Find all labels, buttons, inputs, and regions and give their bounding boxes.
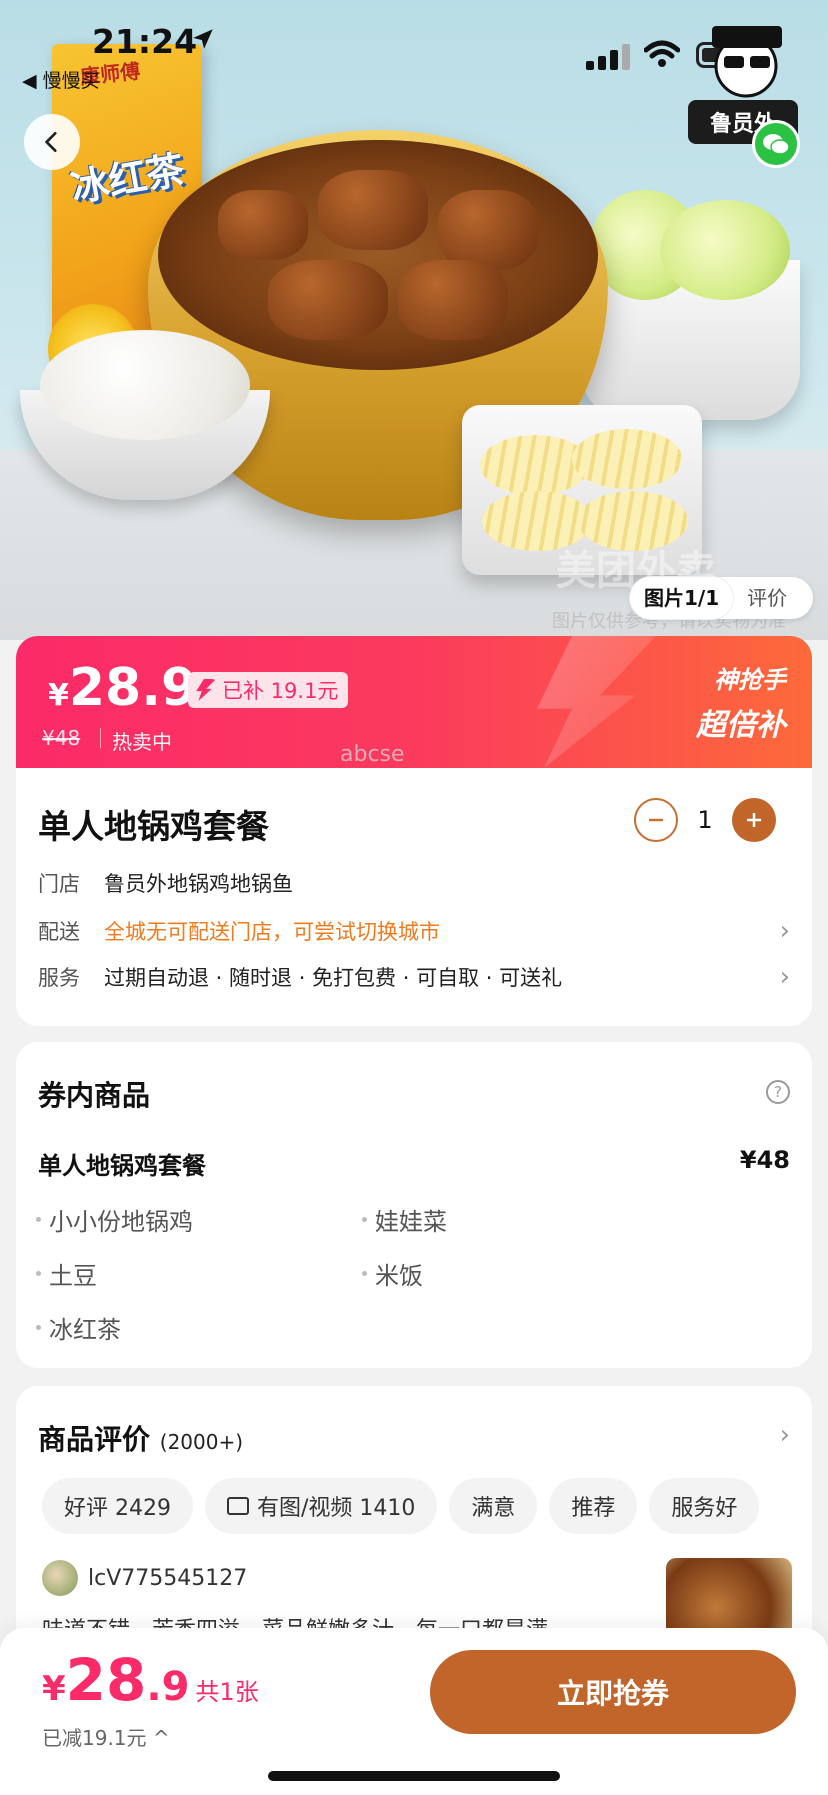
coupon-items-card: 券内商品 ? 单人地锅鸡套餐 ¥48 小小份地锅鸡 娃娃菜 土豆 米饭 冰红茶: [16, 1042, 812, 1368]
brand-mascot: 鲁员外: [688, 20, 808, 144]
price-banner: ¥28.9 已补 19.1元 ¥48 热卖中 神抢手 超倍补: [16, 636, 812, 768]
username: lcV775545127: [88, 1565, 248, 1591]
store-label: 门店: [38, 872, 80, 896]
chip-label: 推荐: [571, 1496, 616, 1521]
chevron-right-icon: ›: [779, 962, 790, 992]
lightning-icon: [537, 636, 656, 768]
rice: [40, 330, 250, 440]
list-item: 米饭: [362, 1256, 423, 1291]
minus-icon: [649, 818, 663, 822]
chevron-right-icon: ›: [779, 916, 790, 946]
subsidy-text: 已补 19.1元: [222, 679, 339, 703]
saved-amount-toggle[interactable]: 已减19.1元 ^: [42, 1722, 170, 1751]
signal-icon: [586, 44, 630, 70]
list-item: 娃娃菜: [362, 1202, 447, 1237]
chip-label: 满意: [471, 1496, 516, 1521]
review-user: lcV775545127: [42, 1560, 247, 1596]
coupon-count: 共1张: [195, 1678, 259, 1706]
back-to-app-link[interactable]: ◀ 慢慢买: [22, 66, 100, 93]
quantity-value: 1: [697, 806, 713, 834]
chip-satisfied[interactable]: 满意: [449, 1478, 538, 1534]
page: 康师傅 冰红茶 美团外卖 图片仅供参考，请以实物为准 21:24 ◀ 慢慢买 鲁…: [0, 0, 828, 1795]
service-row[interactable]: 服务 过期自动退 · 随时退 · 免打包费 · 可自取 · 可送礼 ›: [38, 962, 790, 992]
store-row[interactable]: 门店 鲁员外地锅鸡地锅鱼: [38, 868, 790, 898]
drink-name: 冰红茶: [67, 147, 188, 211]
chip-good-service[interactable]: 服务好: [649, 1478, 760, 1534]
price-amount: 28.9: [68, 658, 198, 718]
location-arrow-icon: [193, 29, 213, 49]
cabbage-leaf: [660, 200, 790, 300]
meat-piece: [268, 260, 388, 340]
package-name: 单人地锅鸡套餐: [38, 1152, 206, 1180]
currency-symbol: ¥: [48, 678, 69, 713]
chip-label: 有图/视频 1410: [256, 1496, 416, 1521]
wifi-icon: [644, 40, 680, 67]
quantity-stepper: 1: [634, 798, 776, 842]
price-integer: 28: [65, 1646, 147, 1714]
potato-slice: [572, 429, 682, 489]
package-price: ¥48: [739, 1146, 790, 1174]
list-item: 冰红茶: [36, 1310, 121, 1345]
delivery-value: 全城无可配送门店，可尝试切换城市: [104, 920, 440, 944]
mascot-face-icon: [712, 26, 782, 98]
chip-with-media[interactable]: 有图/视频 1410: [204, 1478, 438, 1534]
decrease-button[interactable]: [634, 798, 678, 842]
total-price: ¥ 28 .9 共1张: [42, 1646, 259, 1714]
meat-piece: [398, 260, 508, 340]
product-title: 单人地锅鸡套餐: [38, 807, 269, 846]
image-tabs: 图片1/1 评价: [630, 577, 814, 619]
meat-piece: [318, 170, 428, 250]
sales-status: 热卖中: [112, 730, 172, 754]
chip-positive[interactable]: 好评 2429: [42, 1478, 193, 1534]
grab-coupon-button[interactable]: 立即抢券: [430, 1650, 796, 1734]
delivery-label: 配送: [38, 920, 80, 944]
bottom-bar: ¥ 28 .9 共1张 已减19.1元 ^ 立即抢券: [0, 1628, 828, 1795]
ghost-watermark: abcse: [340, 742, 405, 767]
divider: [100, 728, 101, 748]
increase-button[interactable]: [732, 798, 776, 842]
chevron-right-icon[interactable]: ›: [780, 1420, 790, 1450]
original-price: ¥48: [42, 726, 81, 750]
cta-label: 立即抢券: [556, 1677, 669, 1710]
meat-piece: [218, 190, 308, 260]
bolt-icon: [196, 679, 216, 701]
currency-symbol: ¥: [42, 1669, 66, 1709]
back-button[interactable]: [24, 114, 80, 170]
tab-reviews[interactable]: 评价: [733, 577, 801, 619]
tab-images[interactable]: 图片1/1: [630, 577, 734, 619]
chip-recommend[interactable]: 推荐: [549, 1478, 638, 1534]
reviews-title: 商品评价: [38, 1423, 151, 1456]
reviews-title-line[interactable]: 商品评价 (2000+): [38, 1418, 243, 1458]
wechat-share-button[interactable]: [752, 120, 800, 168]
store-name: 鲁员外地锅鸡地锅鱼: [104, 872, 293, 896]
wechat-icon: [763, 134, 790, 155]
home-indicator: [268, 1771, 560, 1781]
status-time: 21:24: [92, 22, 198, 61]
chip-label: 服务好: [671, 1496, 738, 1521]
promo-line2: 超倍补: [696, 708, 786, 743]
list-item: 土豆: [36, 1256, 97, 1291]
image-icon: [226, 1497, 249, 1515]
current-price: ¥28.9: [48, 658, 197, 718]
reviews-card: 商品评价 (2000+) › 好评 2429 有图/视频 1410 满意 推荐 …: [16, 1386, 812, 1646]
chip-label: 好评 2429: [64, 1496, 171, 1521]
price-decimal: .9: [146, 1664, 190, 1710]
reviews-count: (2000+): [159, 1430, 244, 1454]
review-filter-chips: 好评 2429 有图/视频 1410 满意 推荐 服务好: [42, 1478, 760, 1534]
subsidy-badge: 已补 19.1元: [188, 672, 349, 708]
delivery-row[interactable]: 配送 全城无可配送门店，可尝试切换城市 ›: [38, 916, 790, 946]
chevron-left-icon: [45, 131, 57, 153]
product-info-card: 单人地锅鸡套餐 1 门店 鲁员外地锅鸡地锅鱼 配送 全城无可配送门店，可尝试切换…: [16, 768, 812, 1026]
promo-line1: 神抢手: [714, 666, 786, 694]
service-value: 过期自动退 · 随时退 · 免打包费 · 可自取 · 可送礼: [104, 966, 563, 990]
plus-icon: [747, 813, 761, 827]
help-icon[interactable]: ?: [766, 1080, 790, 1104]
meat-piece: [438, 190, 538, 270]
rice-bowl: [20, 330, 270, 500]
section-title: 券内商品: [38, 1079, 151, 1112]
list-item: 小小份地锅鸡: [36, 1202, 193, 1237]
service-label: 服务: [38, 966, 80, 990]
avatar: [42, 1560, 78, 1596]
